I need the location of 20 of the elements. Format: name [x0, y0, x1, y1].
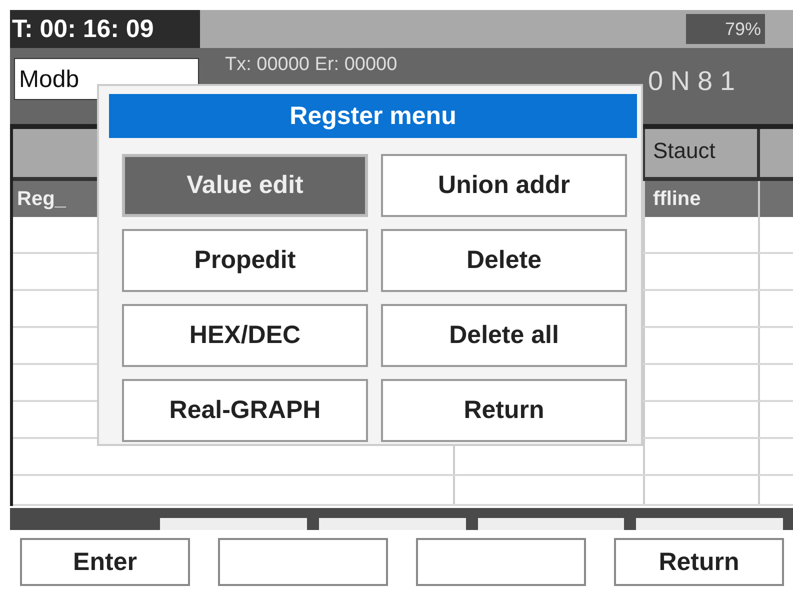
softkey-button[interactable]: Enter	[20, 538, 190, 586]
battery-level: 79%	[686, 14, 765, 44]
menu-button[interactable]: Propedit	[122, 229, 368, 292]
menu-button[interactable]: Return	[381, 379, 627, 442]
dialog-title: Regster menu	[109, 94, 637, 138]
menu-button[interactable]: Value edit	[122, 154, 368, 217]
menu-button[interactable]: Delete all	[381, 304, 627, 367]
menu-button[interactable]: Union addr	[381, 154, 627, 217]
menu-button[interactable]: Real-GRAPH	[122, 379, 368, 442]
menu-button[interactable]: Delete	[381, 229, 627, 292]
time-display: T: 00: 16: 09	[10, 10, 200, 48]
column-header: Stauct	[652, 138, 716, 163]
serial-settings: 0 N 8 1	[648, 66, 736, 97]
softkey-button[interactable]	[218, 538, 388, 586]
table-cell-text: ffline	[652, 188, 701, 210]
softkey-button[interactable]	[416, 538, 586, 586]
softkey-button[interactable]: Return	[614, 538, 784, 586]
menu-button[interactable]: HEX/DEC	[122, 304, 368, 367]
table-cell-text: Reg_	[16, 188, 66, 210]
counters-text: Tx: 00000 Er: 00000	[225, 54, 398, 76]
